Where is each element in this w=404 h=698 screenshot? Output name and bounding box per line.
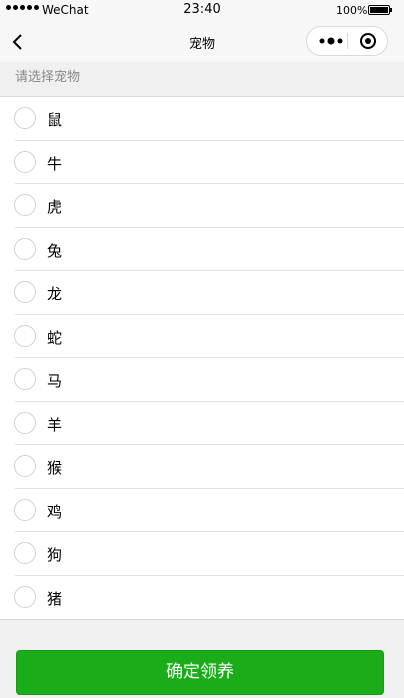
radio-option-label: 牛 <box>47 154 63 173</box>
navigation-bar: 宠物 <box>0 22 404 62</box>
radio-option[interactable]: 狗 <box>0 532 404 576</box>
radio-option-label: 猪 <box>47 589 63 608</box>
radio-option-label: 兔 <box>47 241 63 260</box>
radio-option[interactable]: 鼠 <box>0 97 404 141</box>
radio-option[interactable]: 猪 <box>0 576 404 620</box>
radio-button[interactable] <box>14 150 36 173</box>
section-title: 请选择宠物 <box>15 70 81 85</box>
radio-option-label: 蛇 <box>47 328 63 347</box>
close-mini-program-icon[interactable] <box>359 32 377 50</box>
radio-option[interactable]: 牛 <box>0 141 404 185</box>
status-bar: WeChat 23:40 100% <box>0 0 404 22</box>
radio-option[interactable]: 鸡 <box>0 489 404 533</box>
battery-icon <box>368 5 392 15</box>
radio-button[interactable] <box>14 411 36 434</box>
confirm-adopt-button[interactable]: 确定领养 <box>16 650 384 695</box>
radio-button[interactable] <box>14 237 36 260</box>
radio-option-label: 羊 <box>47 415 63 434</box>
radio-button[interactable] <box>14 281 36 303</box>
radio-option-label: 虎 <box>47 198 63 216</box>
radio-option-label: 龙 <box>47 285 63 303</box>
radio-button[interactable] <box>14 498 36 521</box>
radio-option[interactable]: 猴 <box>0 445 404 489</box>
radio-button[interactable] <box>14 194 36 216</box>
radio-button[interactable] <box>14 107 36 129</box>
radio-button[interactable] <box>14 585 36 608</box>
battery-percent: 100% <box>336 4 368 17</box>
capsule-divider <box>347 33 348 49</box>
radio-option-label: 狗 <box>47 546 63 564</box>
radio-button[interactable] <box>14 542 36 564</box>
radio-button[interactable] <box>14 368 36 390</box>
radio-option[interactable]: 龙 <box>0 271 404 315</box>
radio-option-label: 鼠 <box>47 111 63 129</box>
radio-option[interactable]: 蛇 <box>0 315 404 359</box>
radio-button[interactable] <box>14 324 36 347</box>
radio-option-label: 鸡 <box>47 502 63 521</box>
radio-option[interactable]: 虎 <box>0 184 404 228</box>
radio-option[interactable]: 马 <box>0 358 404 402</box>
radio-option-label: 猴 <box>47 459 63 477</box>
radio-button[interactable] <box>14 455 36 477</box>
radio-option[interactable]: 兔 <box>0 228 404 272</box>
radio-option-label: 马 <box>47 372 63 390</box>
radio-option[interactable]: 羊 <box>0 402 404 446</box>
pet-option-list: 鼠牛虎兔龙蛇马羊猴鸡狗猪 <box>0 96 404 620</box>
more-icon[interactable] <box>319 36 343 46</box>
menu-capsule <box>306 26 388 56</box>
